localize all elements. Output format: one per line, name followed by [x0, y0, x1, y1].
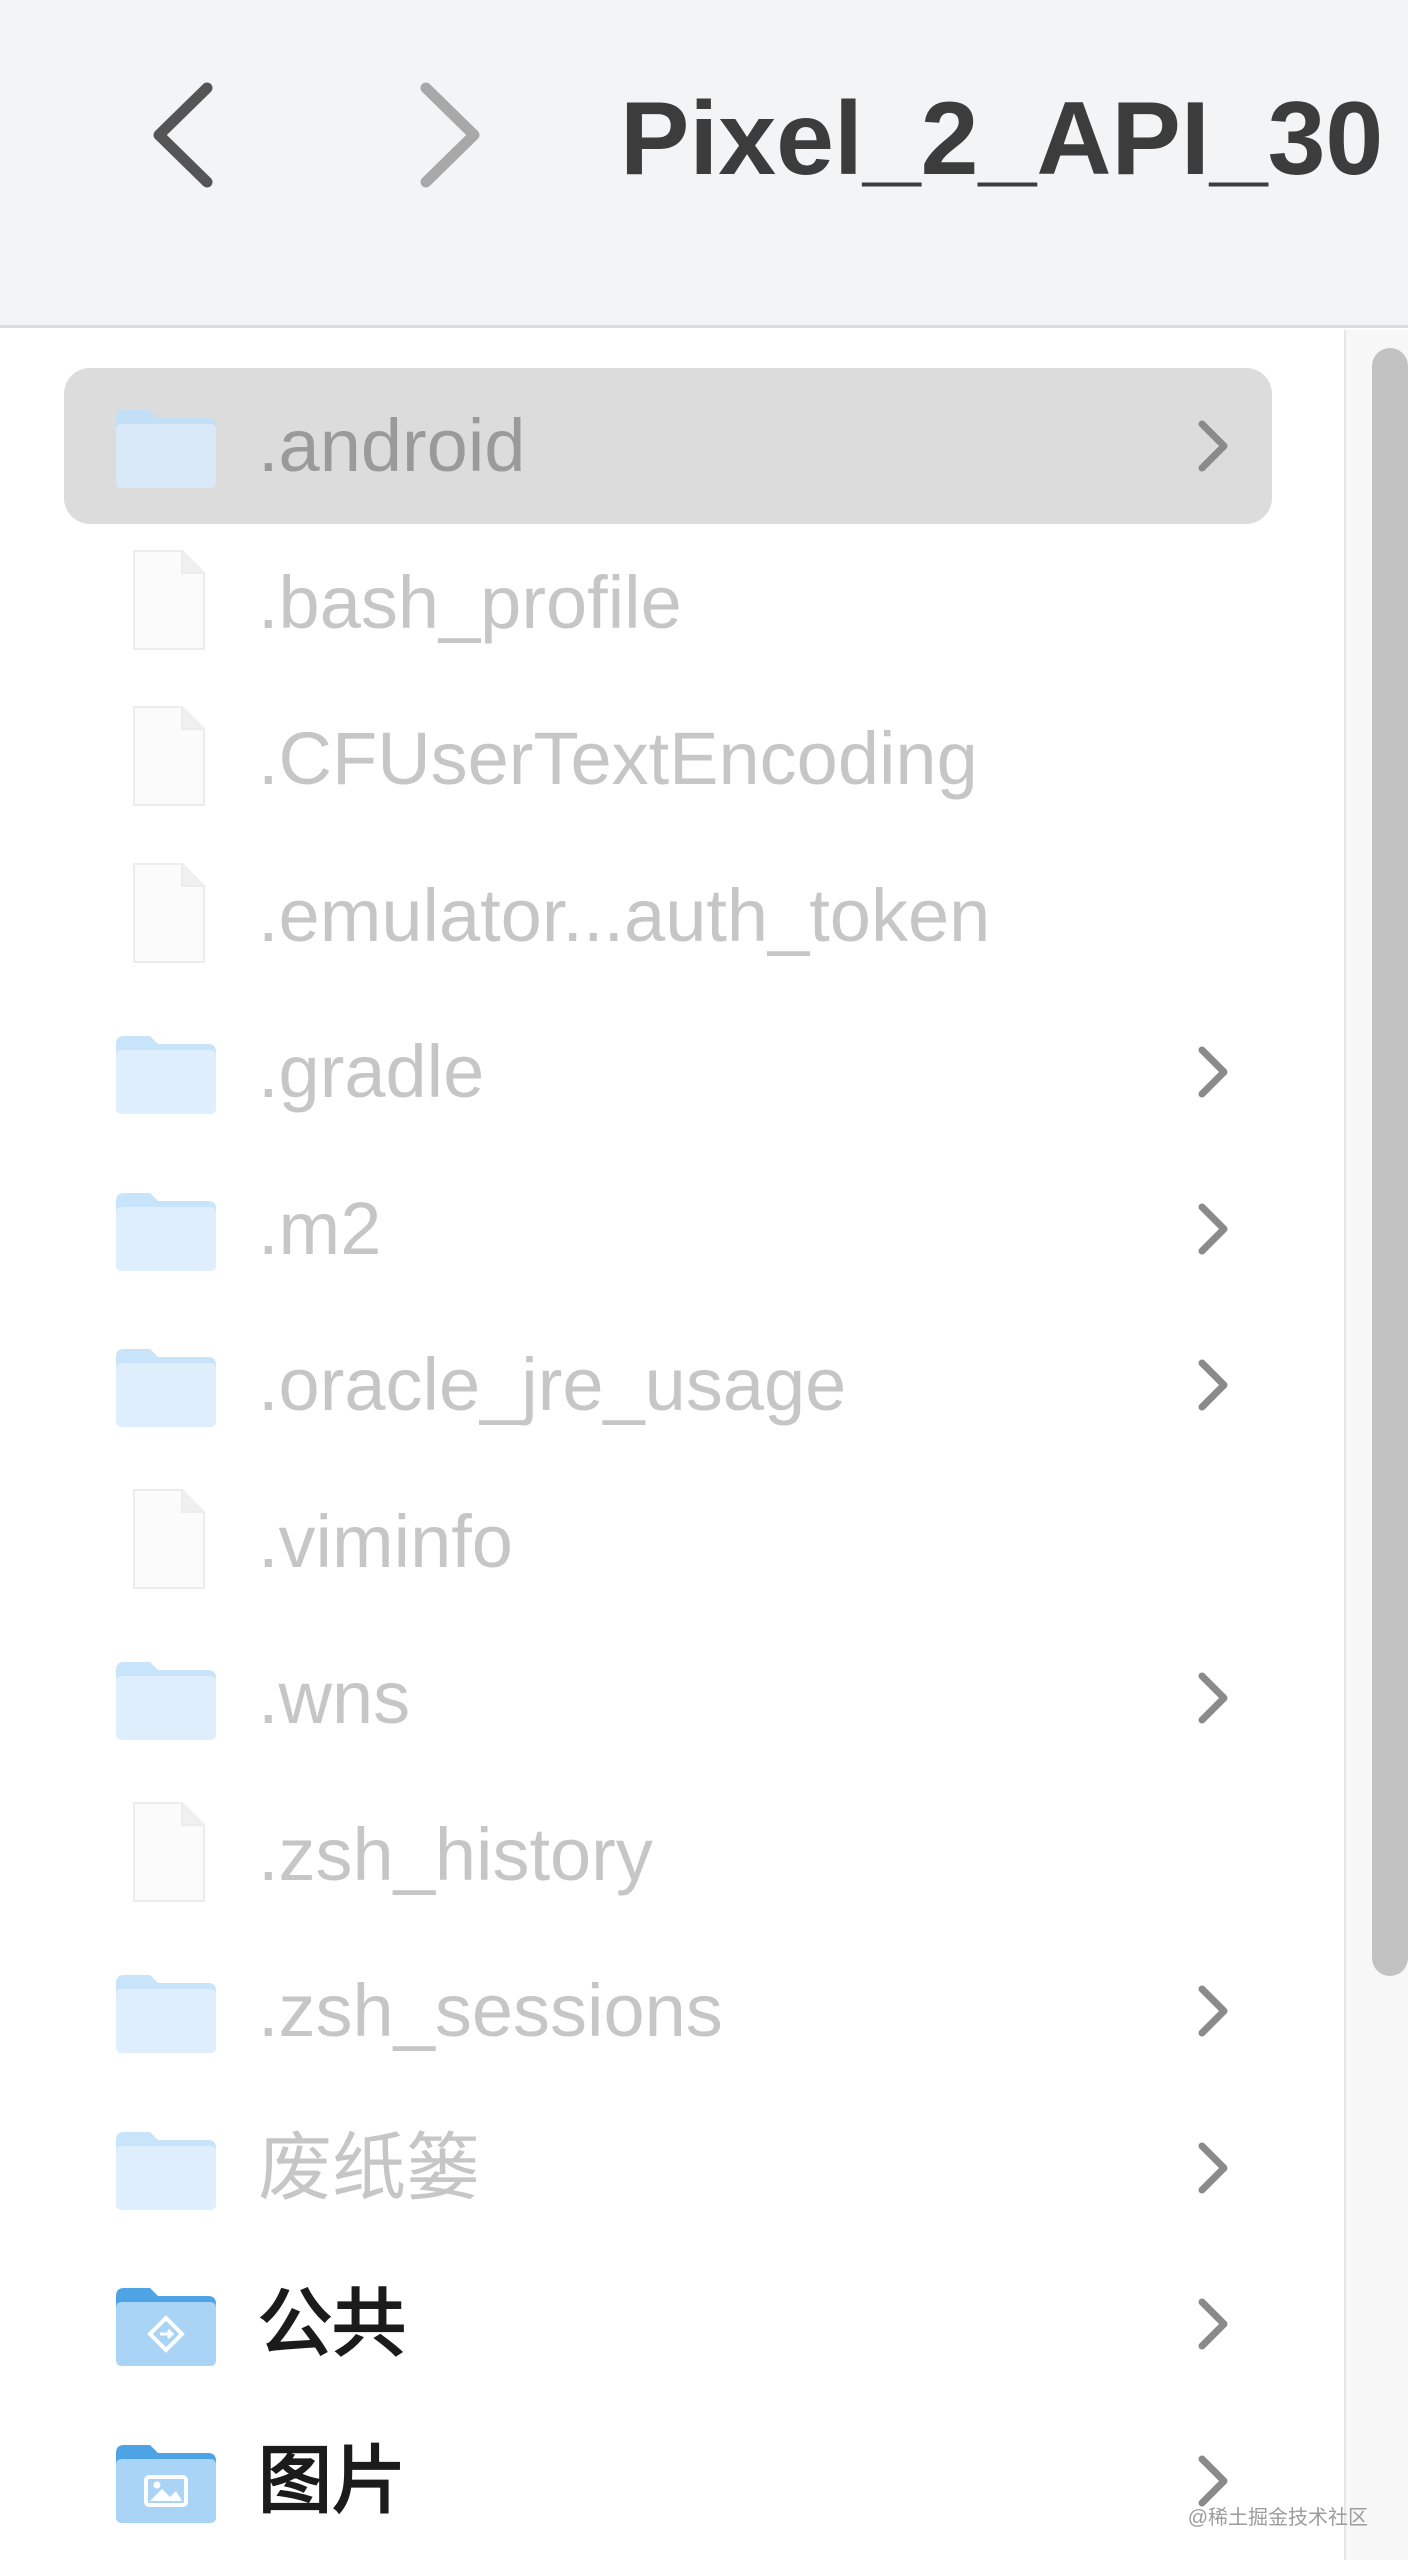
file-list: .android .bash_profile .CFUserTextEncoding…	[0, 332, 1340, 2560]
chevron-right-icon	[420, 82, 480, 188]
file-name: .emulator...auth_token	[258, 874, 991, 957]
file-name: 公共	[258, 2282, 406, 2365]
file-name: .bash_profile	[258, 561, 682, 644]
file-name: .CFUserTextEncoding	[258, 717, 978, 800]
folder-icon	[110, 1014, 222, 1126]
toolbar: Pixel_2_API_30	[0, 0, 1408, 328]
back-button[interactable]	[125, 70, 255, 200]
chevron-right-icon	[1192, 2138, 1236, 2198]
file-name: .zsh_sessions	[258, 1969, 723, 2052]
scrollbar-thumb[interactable]	[1372, 348, 1408, 1976]
folder-row[interactable]: .wns	[64, 1620, 1272, 1776]
pictures-folder-icon	[110, 2423, 222, 2535]
chevron-right-icon	[1192, 1981, 1236, 2041]
folder-icon	[110, 1953, 222, 2065]
chevron-right-icon	[1192, 1355, 1236, 1415]
file-name: .wns	[258, 1656, 411, 1739]
folder-icon	[110, 1327, 222, 1439]
chevron-left-icon	[153, 82, 213, 188]
file-row[interactable]: .CFUserTextEncoding	[64, 681, 1272, 837]
file-name: .android	[258, 404, 526, 487]
folder-row[interactable]: 图片	[64, 2403, 1272, 2559]
folder-row[interactable]: .oracle_jre_usage	[64, 1307, 1272, 1463]
file-name: .gradle	[258, 1030, 485, 1113]
file-row[interactable]: .zsh_history	[64, 1777, 1272, 1933]
document-icon	[110, 1484, 222, 1596]
folder-icon	[110, 1640, 222, 1752]
chevron-right-icon	[1192, 416, 1236, 476]
file-name: .viminfo	[258, 1500, 513, 1583]
document-icon	[110, 1797, 222, 1909]
folder-row[interactable]: .android	[64, 368, 1272, 524]
chevron-right-icon	[1192, 1042, 1236, 1102]
file-name: .zsh_history	[258, 1813, 653, 1896]
document-icon	[110, 858, 222, 970]
document-icon	[110, 545, 222, 657]
chevron-right-icon	[1192, 2294, 1236, 2354]
folder-row[interactable]: 公共	[64, 2246, 1272, 2402]
chevron-right-icon	[1192, 1668, 1236, 1728]
file-name: .oracle_jre_usage	[258, 1343, 847, 1426]
document-icon	[110, 701, 222, 813]
file-name: 图片	[258, 2439, 406, 2522]
watermark: @稀土掘金技术社区	[1187, 2507, 1368, 2529]
folder-row[interactable]: .gradle	[64, 994, 1272, 1150]
folder-row[interactable]: 废纸篓	[64, 2090, 1272, 2246]
window-title: Pixel_2_API_30	[620, 81, 1384, 197]
folder-row[interactable]: .m2	[64, 1151, 1272, 1307]
public-folder-icon	[110, 2266, 222, 2378]
file-row[interactable]: .bash_profile	[64, 525, 1272, 681]
file-row[interactable]: .emulator...auth_token	[64, 838, 1272, 994]
folder-row[interactable]: .zsh_sessions	[64, 1933, 1272, 2089]
folder-icon	[110, 1171, 222, 1283]
file-name: .m2	[258, 1187, 382, 1270]
forward-button[interactable]	[378, 70, 508, 200]
file-name: 废纸篓	[258, 2126, 480, 2209]
file-row[interactable]: .viminfo	[64, 1464, 1272, 1620]
folder-icon	[110, 2110, 222, 2222]
folder-icon	[110, 388, 222, 500]
chevron-right-icon	[1192, 1199, 1236, 1259]
